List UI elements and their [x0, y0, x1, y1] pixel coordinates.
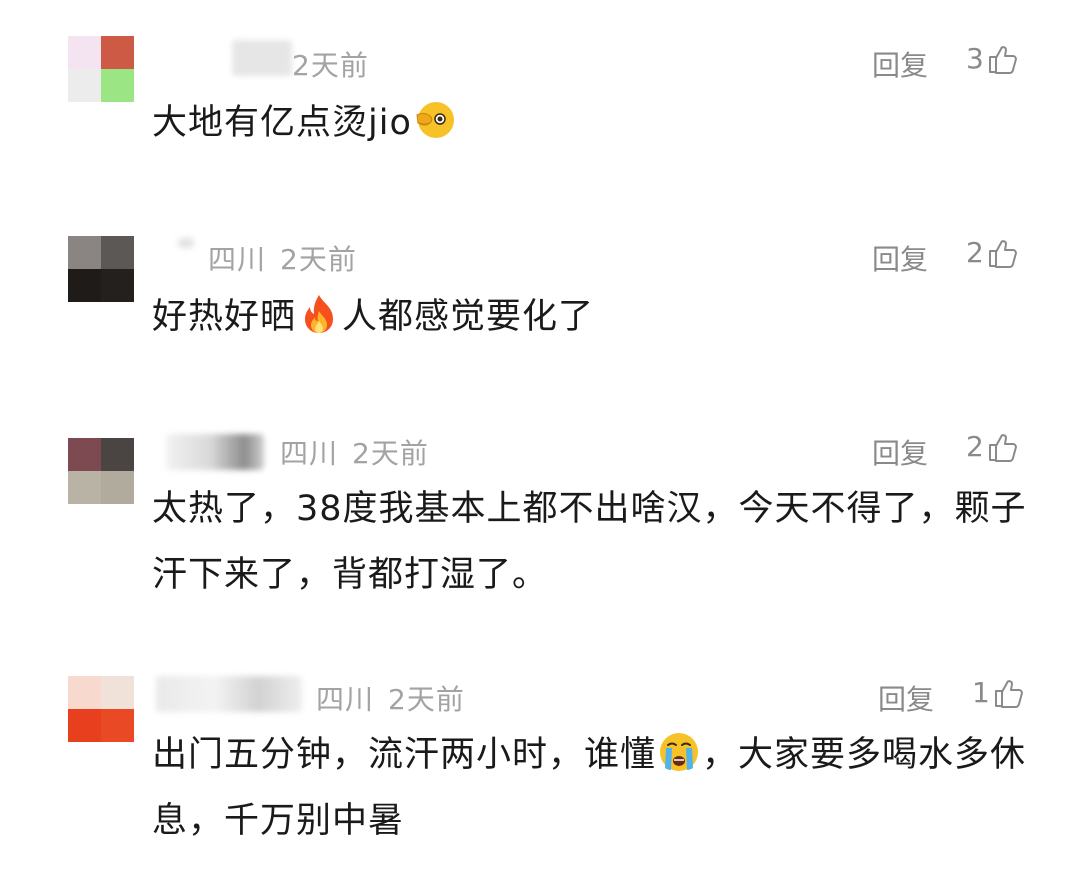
comment-content: 出门五分钟，流汗两小时，谁懂 ，大家要多喝水多休息，千万别中暑: [152, 722, 1032, 854]
comment-location: 四川: [316, 683, 375, 716]
reply-button[interactable]: 回复: [878, 678, 934, 718]
comment-location: 四川: [280, 437, 339, 470]
avatar-block: [68, 36, 101, 69]
like-count: 3: [966, 42, 984, 75]
comment-meta: 四川 2天前: [316, 678, 465, 718]
avatar-block: [68, 438, 101, 471]
comment-text: 大地有亿点烫jio: [152, 103, 412, 143]
thumbs-up-icon: [988, 239, 1017, 268]
hand-over-eye-emoji: [416, 102, 454, 138]
avatar-block: [68, 471, 101, 504]
username-blurred[interactable]: [178, 238, 194, 248]
avatar-block: [68, 69, 101, 102]
comment-meta: 2天前: [292, 44, 369, 84]
avatar[interactable]: [68, 236, 134, 302]
avatar[interactable]: [68, 438, 134, 504]
comment-meta: 四川 2天前: [280, 432, 429, 472]
like-button[interactable]: 3: [966, 42, 1018, 75]
comment-text-continued: 人都感觉要化了: [342, 297, 595, 337]
comment-time: 2天前: [292, 49, 369, 82]
reply-button[interactable]: 回复: [872, 432, 928, 472]
avatar-block: [68, 709, 101, 742]
reply-button[interactable]: 回复: [872, 44, 928, 84]
avatar-block: [101, 269, 134, 302]
thumbs-up-icon: [994, 679, 1023, 708]
avatar-block: [101, 471, 134, 504]
avatar-block: [68, 269, 101, 302]
crying-face-emoji: [660, 733, 699, 771]
comment-text: 好热好晒: [152, 297, 297, 337]
like-count: 1: [972, 676, 990, 709]
avatar-block: [101, 676, 134, 709]
like-button[interactable]: 2: [966, 430, 1018, 463]
comment-location: 四川: [208, 243, 267, 276]
reply-button[interactable]: 回复: [872, 238, 928, 278]
username-blurred[interactable]: [166, 434, 264, 470]
avatar[interactable]: [68, 36, 134, 102]
avatar[interactable]: [68, 676, 134, 742]
avatar-block: [101, 709, 134, 742]
fire-emoji: [305, 295, 334, 333]
thumbs-up-icon: [988, 433, 1017, 462]
comment-content: 大地有亿点烫jio: [152, 90, 1032, 156]
thumbs-up-icon: [988, 45, 1017, 74]
avatar-block: [68, 676, 101, 709]
comment-text: 出门五分钟，流汗两小时，谁懂: [152, 735, 657, 775]
avatar-block: [101, 69, 134, 102]
comment-content: 太热了，38度我基本上都不出啥汉，今天不得了，颗子汗下来了，背都打湿了。: [152, 476, 1032, 608]
comment-time: 2天前: [280, 243, 357, 276]
comment-meta: 四川 2天前: [208, 238, 357, 278]
like-count: 2: [966, 236, 984, 269]
comment-content: 好热好晒 人都感觉要化了: [152, 284, 1032, 350]
like-count: 2: [966, 430, 984, 463]
comment-time: 2天前: [352, 437, 429, 470]
like-button[interactable]: 2: [966, 236, 1018, 269]
avatar-block: [101, 36, 134, 69]
avatar-block: [68, 236, 101, 269]
comment-time: 2天前: [388, 683, 465, 716]
comment-text: 太热了，38度我基本上都不出啥汉，今天不得了，颗子汗下来了，背都打湿了。: [152, 489, 1027, 595]
like-button[interactable]: 1: [972, 676, 1024, 709]
username-blurred[interactable]: [232, 40, 292, 76]
username-blurred[interactable]: [156, 676, 302, 712]
avatar-block: [101, 438, 134, 471]
avatar-block: [101, 236, 134, 269]
